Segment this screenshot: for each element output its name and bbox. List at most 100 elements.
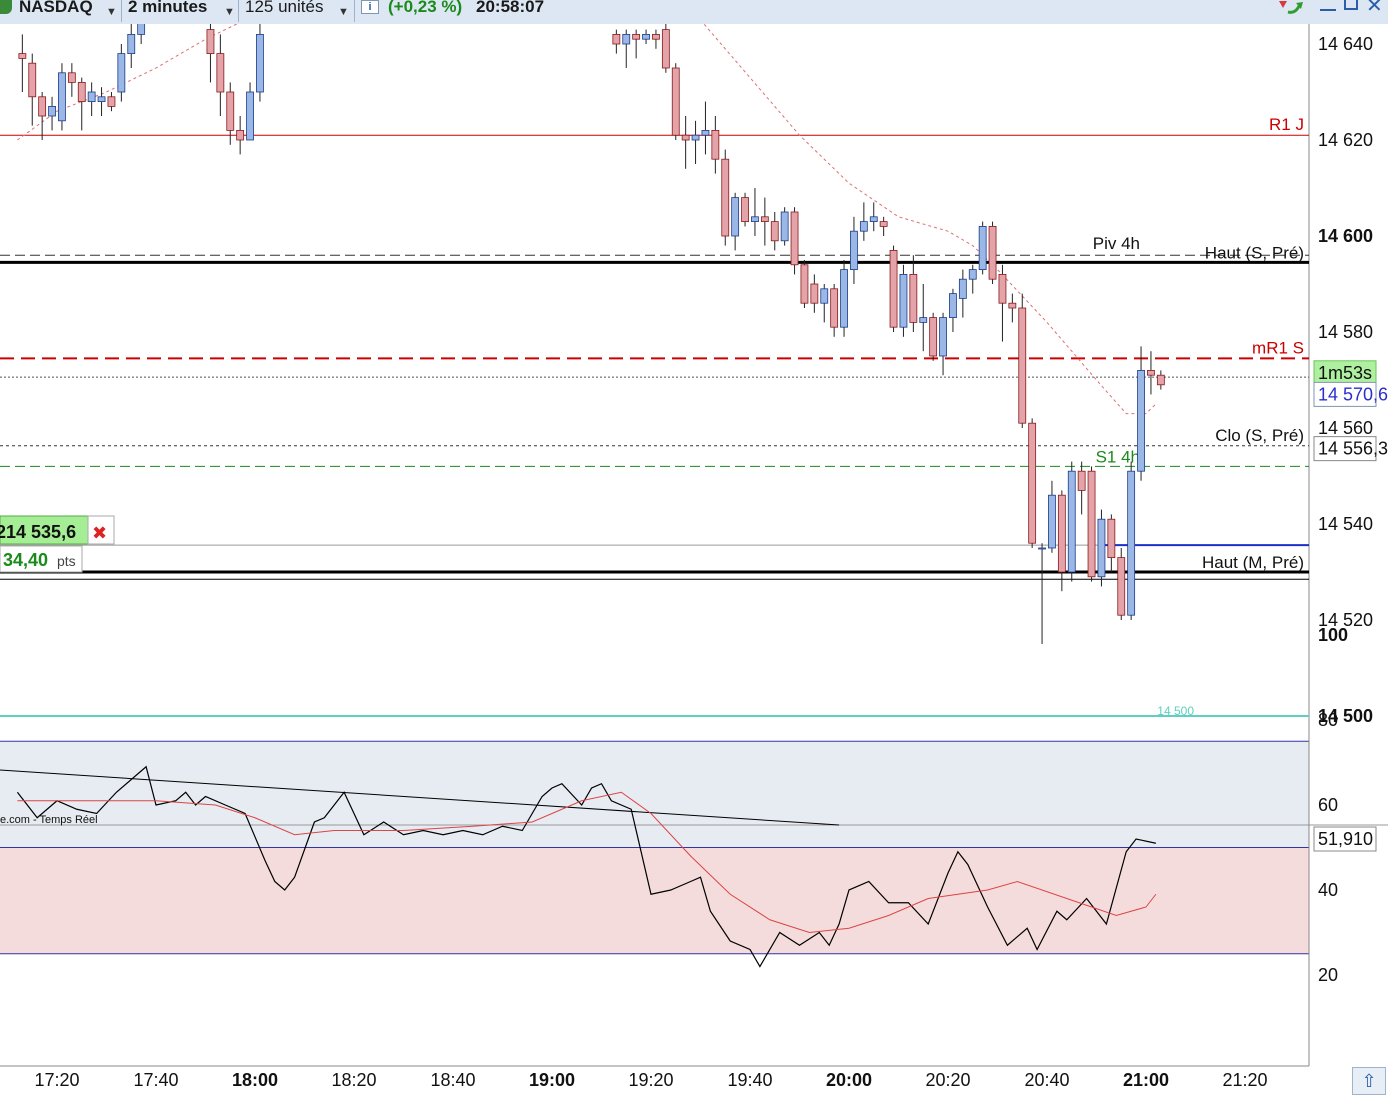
candle: [701, 130, 710, 136]
time-tick-label: 21:00: [1123, 1070, 1169, 1090]
candle: [1147, 369, 1155, 376]
price-badge-label: 14 570,6: [1318, 384, 1388, 404]
chevron-down-icon[interactable]: ▼: [224, 6, 235, 18]
candle: [117, 53, 126, 93]
candle: [137, 24, 146, 35]
candle: [206, 29, 215, 54]
level-label: Haut (M, Pré): [1202, 553, 1304, 572]
minimize-icon[interactable]: [1320, 9, 1336, 11]
candle: [256, 33, 264, 93]
candle: [1057, 494, 1066, 573]
time-tick-label: 19:20: [628, 1070, 673, 1090]
candle: [830, 288, 839, 328]
candle: [741, 197, 749, 223]
time-tick-label: 20:40: [1024, 1070, 1069, 1090]
level-label: Haut (S, Pré): [1205, 243, 1304, 262]
time-tick-label: 18:40: [430, 1070, 475, 1090]
source-label: e.com - Temps Réel: [0, 814, 98, 826]
time-tick-label: 20:00: [826, 1070, 872, 1090]
scroll-up-icon[interactable]: ⇧: [1352, 1067, 1386, 1095]
candle: [28, 62, 37, 98]
candle: [87, 91, 96, 102]
price-tick-label: 14 580: [1318, 322, 1373, 342]
rsi-value-label: 51,910: [1318, 829, 1373, 849]
candle: [711, 130, 720, 160]
candle: [899, 273, 908, 328]
refresh-icon[interactable]: [1276, 0, 1306, 16]
candle: [1156, 374, 1165, 386]
price-tick-label: 14 560: [1318, 418, 1373, 438]
candle: [236, 130, 245, 141]
time-tick-label: 19:40: [727, 1070, 772, 1090]
chart-area[interactable]: R1 J Piv 4h Haut (S, Pré) mR1 S Clo (S, Pré)…: [0, 24, 1388, 1097]
level-label: 14 500: [1157, 704, 1194, 718]
timeframe-selector[interactable]: 2 minutes: [128, 0, 207, 22]
rsi-tick-label: 100: [1318, 625, 1348, 645]
app-icon: [0, 0, 12, 14]
close-x-icon: ✖: [92, 523, 107, 543]
time-tick-label: 17:40: [133, 1070, 178, 1090]
rsi-tick-label: 20: [1318, 965, 1338, 985]
time-tick-label: 20:20: [925, 1070, 970, 1090]
price-badge-label: 1m53s: [1318, 363, 1372, 383]
candle: [800, 264, 809, 304]
candle: [998, 273, 1007, 304]
rsi-band: [0, 741, 1309, 848]
candle: [909, 273, 918, 323]
candle: [652, 33, 660, 40]
candle: [751, 216, 759, 223]
candle: [1048, 494, 1056, 549]
time-tick-label: 21:20: [1222, 1070, 1267, 1090]
candle: [949, 293, 957, 319]
candle: [869, 216, 878, 223]
candle: [1077, 470, 1086, 491]
candle: [1038, 547, 1046, 550]
price-tick-label: 14 640: [1318, 34, 1373, 54]
candle: [929, 317, 938, 357]
candle: [731, 197, 740, 237]
candle: [939, 317, 947, 357]
candle: [1107, 518, 1116, 559]
candle: [889, 249, 898, 328]
candle: [216, 53, 225, 93]
level-label: R1 J: [1269, 115, 1304, 134]
candle: [48, 106, 56, 117]
level-label: Piv 4h: [1093, 234, 1140, 253]
chevron-down-icon[interactable]: ▼: [106, 6, 117, 18]
candle: [1087, 470, 1096, 578]
candle: [1097, 518, 1106, 578]
candle: [879, 221, 888, 227]
candle: [107, 96, 116, 107]
candle: [859, 221, 868, 232]
units-selector[interactable]: 125 unités: [245, 0, 323, 22]
candle: [1028, 422, 1037, 544]
candle: [97, 96, 106, 103]
candle: [850, 230, 858, 270]
candle: [681, 134, 690, 141]
candle: [77, 82, 86, 103]
candle: [226, 91, 235, 131]
candle: [1137, 369, 1145, 472]
candle: [840, 269, 848, 328]
candle: [721, 158, 730, 237]
change-percent: (+0,23 %): [388, 0, 463, 16]
price-tick-label: 14 600: [1318, 226, 1373, 246]
pnl-value: 34,40: [3, 550, 48, 570]
candle: [978, 225, 987, 270]
position-level: 214 535,6: [0, 522, 76, 542]
chevron-down-icon[interactable]: ▼: [338, 6, 349, 18]
candle: [1117, 557, 1126, 616]
candle: [691, 134, 700, 141]
candle: [38, 96, 47, 117]
instrument-selector[interactable]: NASDAQ: [19, 0, 93, 22]
close-icon[interactable]: ✕: [1366, 0, 1383, 16]
candle: [968, 269, 977, 280]
rsi-tick-label: 40: [1318, 880, 1338, 900]
candle: [790, 211, 799, 266]
candle: [770, 221, 779, 242]
clock-time: 20:58:07: [476, 0, 545, 16]
maximize-icon[interactable]: [1344, 0, 1358, 10]
info-icon[interactable]: i: [361, 0, 379, 14]
price-tick-label: 14 620: [1318, 130, 1373, 150]
candle: [820, 288, 829, 304]
